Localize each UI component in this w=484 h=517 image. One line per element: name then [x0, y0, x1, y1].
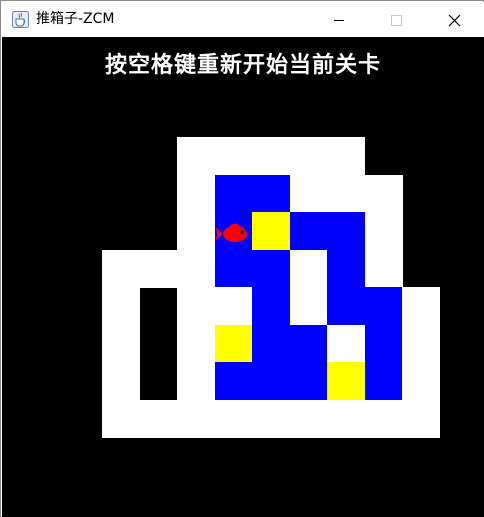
- wall-tile: [289, 287, 328, 325]
- floor-tile: [364, 324, 403, 363]
- floor-tile: [252, 324, 290, 363]
- wall-tile: [364, 212, 403, 250]
- floor-tile: [364, 287, 403, 325]
- wall-tile: [402, 324, 440, 363]
- wall-tile: [214, 399, 253, 438]
- wall-tile: [102, 287, 140, 325]
- wall-tile: [102, 362, 140, 400]
- wall-tile: [364, 249, 403, 288]
- floor-tile: [252, 249, 290, 288]
- floor-tile: [252, 362, 290, 400]
- wall-tile: [327, 137, 365, 175]
- wall-tile: [289, 249, 328, 288]
- fish-player-icon: [215, 223, 247, 242]
- wall-tile: [139, 249, 178, 288]
- floor-tile: [327, 287, 365, 325]
- game-canvas[interactable]: 按空格键重新开始当前关卡: [2, 37, 484, 517]
- wall-tile: [177, 137, 215, 175]
- minimize-icon: [334, 20, 344, 21]
- wall-tile: [139, 399, 178, 438]
- player-tile: [214, 212, 253, 250]
- floor-tile: [289, 212, 328, 250]
- wall-tile: [214, 137, 253, 175]
- wall-tile: [289, 137, 328, 175]
- wall-tile: [327, 399, 365, 438]
- wall-tile: [252, 399, 290, 438]
- title-bar[interactable]: 推箱子-ZCM: [2, 2, 484, 37]
- wall-tile: [402, 399, 440, 438]
- wall-tile: [177, 287, 215, 325]
- wall-tile: [327, 324, 365, 363]
- floor-tile: [364, 362, 403, 400]
- wall-tile: [289, 399, 328, 438]
- wall-tile: [252, 137, 290, 175]
- floor-tile: [289, 324, 328, 363]
- wall-tile: [177, 249, 215, 288]
- wall-tile: [177, 399, 215, 438]
- wall-tile: [214, 287, 253, 325]
- wall-tile: [364, 174, 403, 213]
- floor-tile: [327, 249, 365, 288]
- floor-tile: [214, 249, 253, 288]
- wall-tile: [177, 362, 215, 400]
- floor-tile: [214, 362, 253, 400]
- maximize-button[interactable]: [372, 3, 418, 37]
- floor-tile: [214, 174, 253, 213]
- wall-tile: [177, 212, 215, 250]
- floor-tile: [289, 362, 328, 400]
- maximize-icon: [391, 15, 402, 26]
- wall-tile: [102, 324, 140, 363]
- wall-tile: [402, 287, 440, 325]
- close-button[interactable]: [431, 3, 477, 37]
- wall-tile: [102, 249, 140, 288]
- wall-tile: [102, 399, 140, 438]
- wall-tile: [177, 324, 215, 363]
- wall-tile: [177, 174, 215, 213]
- game-window: 推箱子-ZCM 按空格键重新开始当前关卡: [0, 0, 484, 517]
- wall-tile: [289, 174, 328, 213]
- minimize-button[interactable]: [316, 3, 362, 37]
- floor-tile: [327, 212, 365, 250]
- wall-tile: [402, 362, 440, 400]
- restart-hint: 按空格键重新开始当前关卡: [104, 52, 381, 78]
- wall-tile: [364, 399, 403, 438]
- wall-tile: [327, 174, 365, 213]
- box-tile: [214, 324, 253, 363]
- box-tile: [327, 362, 365, 400]
- java-cup-icon: [12, 11, 29, 28]
- close-icon: [448, 14, 461, 27]
- window-title: 推箱子-ZCM: [36, 11, 115, 27]
- box-tile: [252, 212, 290, 250]
- floor-tile: [252, 174, 290, 213]
- floor-tile: [252, 287, 290, 325]
